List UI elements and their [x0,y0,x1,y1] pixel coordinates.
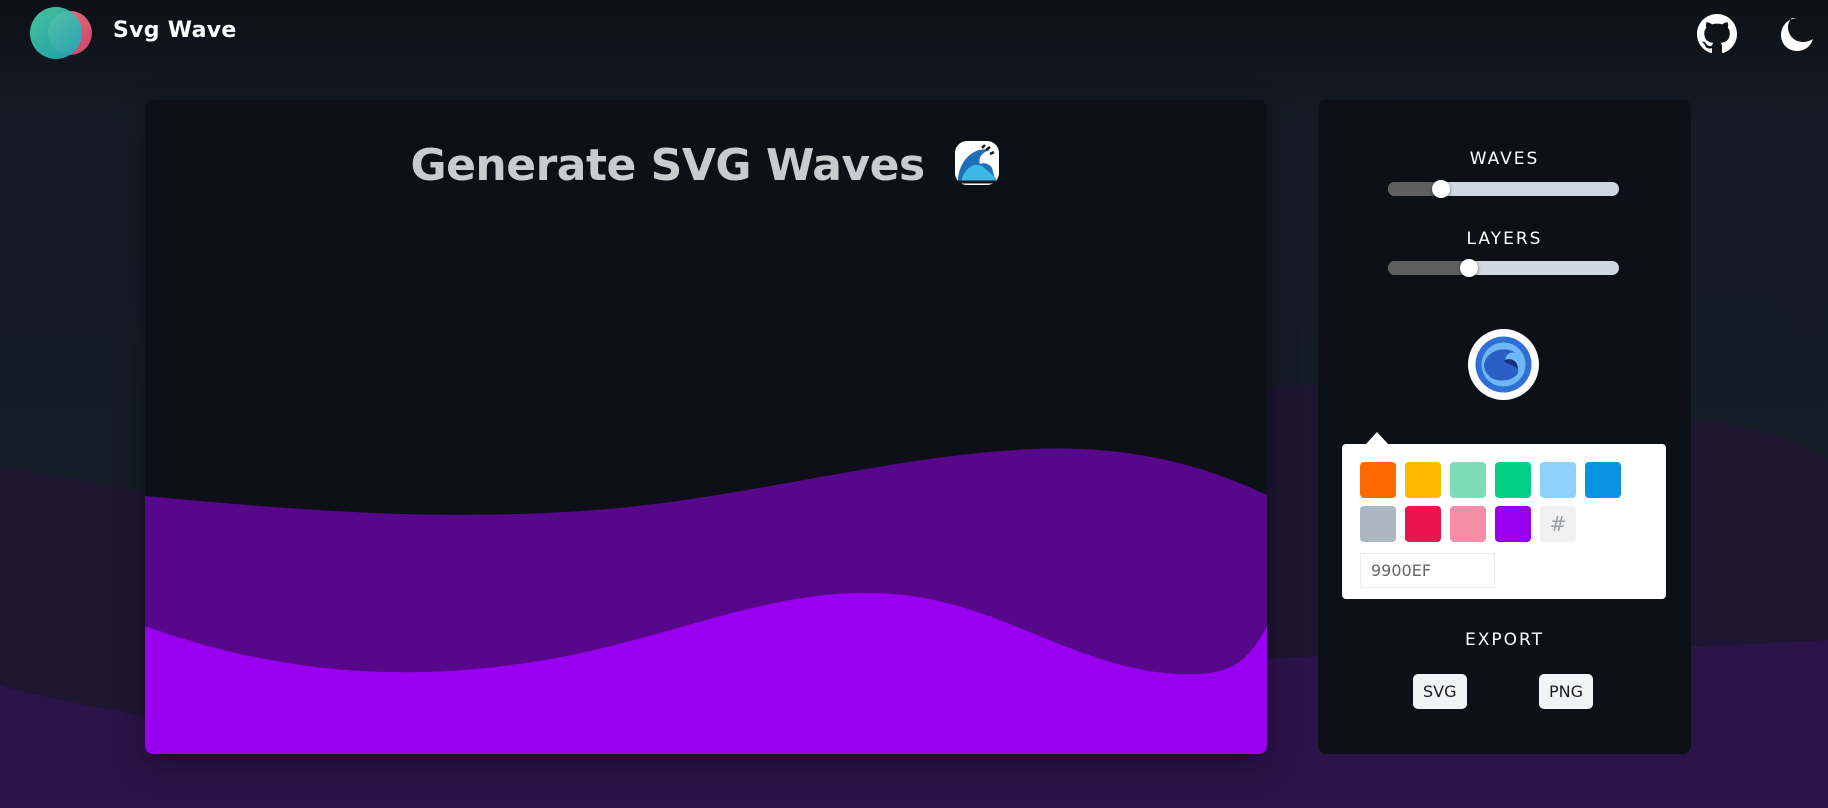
waves-slider-thumb[interactable] [1432,180,1451,198]
layers-slider[interactable] [1388,259,1619,277]
color-swatch[interactable] [1405,506,1441,542]
wave-preview[interactable] [145,100,1267,754]
color-swatch[interactable] [1360,462,1396,498]
github-icon[interactable] [1697,14,1737,54]
color-swatch[interactable] [1360,506,1396,542]
waves-label: WAVES [1469,149,1540,169]
page-title: Generate SVG Waves [145,138,1267,191]
color-picker-toggle[interactable] [1468,329,1539,400]
export-svg-button[interactable]: SVG [1413,674,1467,709]
export-label: EXPORT [1465,630,1544,650]
wave-preview-card: Generate SVG Waves [145,100,1267,754]
popover-arrow [1366,432,1388,444]
color-swatch[interactable] [1450,462,1486,498]
page-title-text: Generate SVG Waves [410,140,925,191]
page: Svg Wave Generate SVG Waves WAVES LAYERS… [0,0,1828,808]
color-swatch[interactable] [1495,506,1531,542]
color-swatch[interactable] [1540,462,1576,498]
color-swatch[interactable] [1450,506,1486,542]
layers-slider-thumb[interactable] [1459,259,1478,277]
header: Svg Wave [0,0,1828,66]
layers-label: LAYERS [1466,229,1543,249]
wave-emoji-icon [954,141,999,185]
hex-hash-label: # [1540,506,1576,542]
logo-icon[interactable] [30,5,96,61]
color-picker-popover: # [1342,432,1666,599]
layers-slider-fill [1388,261,1469,275]
control-panel: WAVES LAYERS # EXPORT SVG PNG [1318,100,1691,754]
wave-palette-icon [1475,336,1532,393]
hex-color-input[interactable] [1360,553,1495,588]
export-png-button[interactable]: PNG [1539,674,1594,709]
waves-slider[interactable] [1388,180,1619,198]
color-swatch[interactable] [1495,462,1531,498]
color-swatch[interactable] [1405,462,1441,498]
color-swatch[interactable] [1585,462,1621,498]
moon-icon[interactable] [1776,14,1816,54]
brand-name[interactable]: Svg Wave [113,18,237,43]
